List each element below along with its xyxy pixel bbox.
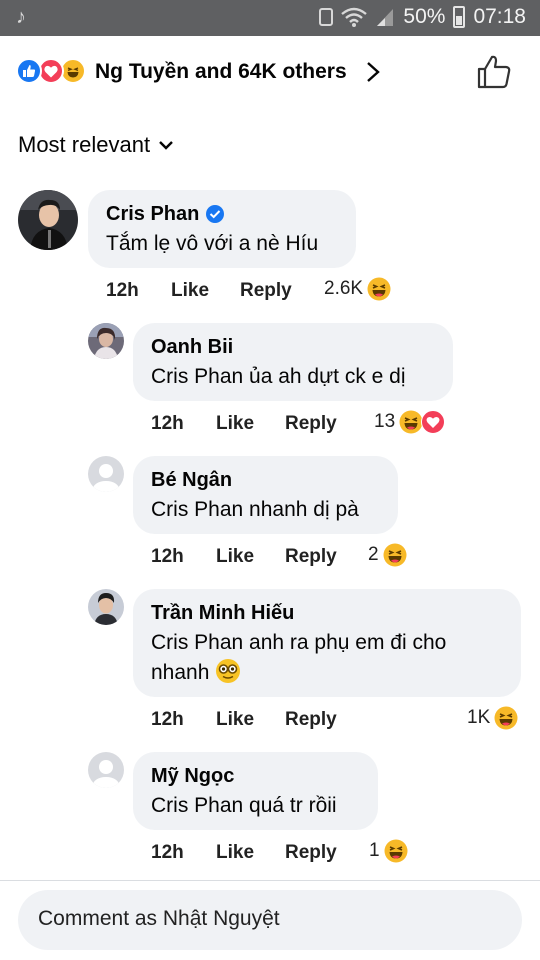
comment-text-line: nhanh — [151, 661, 210, 684]
verified-badge-icon — [206, 205, 225, 223]
comment-actions: 12h Like Reply — [151, 709, 337, 731]
comment-input[interactable]: Comment as Nhật Nguyệt — [18, 890, 522, 950]
like-button[interactable]: Like — [216, 413, 285, 435]
reactions-header[interactable]: Ng Tuyền and 64K others — [0, 36, 540, 108]
reaction-count: 2.6K — [324, 278, 364, 299]
comment-actions: 12h Like Reply — [151, 546, 337, 568]
like-button[interactable]: Like — [216, 709, 285, 731]
comment-actions: 12h Like Reply — [106, 280, 292, 302]
reaction-icons — [16, 58, 86, 84]
comment-author[interactable]: Mỹ Ngọc — [151, 763, 234, 789]
comment-time[interactable]: 12h — [106, 280, 171, 302]
chevron-down-icon — [159, 141, 173, 150]
reply-button[interactable]: Reply — [285, 842, 337, 864]
reaction-count: 1K — [467, 707, 491, 728]
reply-button[interactable]: Reply — [285, 546, 337, 568]
comment-author[interactable]: Bé Ngân — [151, 467, 232, 493]
comment-time[interactable]: 12h — [151, 842, 216, 864]
comment-text-line: Cris Phan anh ra phụ em đi cho — [151, 631, 447, 654]
reply-button[interactable]: Reply — [240, 280, 292, 302]
reaction-count: 2 — [368, 544, 379, 565]
comment-bubble[interactable]: Oanh Bii Cris Phan ủa ah dựt ck e dị — [133, 323, 453, 401]
sort-dropdown[interactable]: Most relevant — [18, 132, 174, 158]
reply-button[interactable]: Reply — [285, 413, 337, 435]
avatar[interactable] — [88, 323, 124, 359]
avatar[interactable] — [88, 752, 124, 788]
love-emoji-icon — [421, 410, 446, 434]
lock-icon — [319, 8, 334, 26]
comment-author[interactable]: Oanh Bii — [151, 334, 233, 360]
comment-text: Cris Phan nhanh dị pà — [151, 498, 359, 521]
music-note-icon: ♪ — [16, 6, 26, 28]
comment-actions: 12h Like Reply — [151, 413, 337, 435]
comment-reactions[interactable]: 2 — [368, 543, 407, 567]
comment-bubble[interactable]: Trần Minh Hiếu Cris Phan anh ra phụ em đ… — [133, 589, 521, 697]
comment-bubble[interactable]: Mỹ Ngọc Cris Phan quá tr rồii — [133, 752, 378, 830]
comment-actions: 12h Like Reply — [151, 842, 337, 864]
divider — [0, 880, 540, 881]
like-button[interactable]: Like — [216, 842, 285, 864]
like-thumb-button[interactable] — [476, 54, 512, 90]
like-reaction-icon — [16, 58, 42, 84]
comment-reactions[interactable]: 1 — [369, 839, 408, 863]
avatar[interactable] — [88, 456, 124, 492]
comment-text: Tắm lẹ vô với a nè Híu — [106, 232, 319, 255]
sort-label: Most relevant — [18, 132, 151, 157]
comment-time[interactable]: 12h — [151, 546, 216, 568]
reactions-summary[interactable]: Ng Tuyền and 64K others — [95, 60, 347, 84]
reaction-count: 1 — [369, 840, 380, 861]
avatar[interactable] — [18, 190, 78, 250]
clock: 07:18 — [473, 5, 526, 28]
comment-time[interactable]: 12h — [151, 709, 216, 731]
comment-bubble[interactable]: Cris Phan Tắm lẹ vô với a nè Híu — [88, 190, 356, 268]
comment-reactions[interactable]: 13 — [374, 410, 446, 434]
comment-reactions[interactable]: 1K — [467, 706, 518, 730]
like-button[interactable]: Like — [171, 280, 240, 302]
reaction-count: 13 — [374, 411, 396, 432]
comment-text: Cris Phan anh ra phụ em đi cho nhanh — [151, 628, 505, 688]
signal-icon — [377, 9, 394, 26]
haha-emoji-icon — [367, 277, 391, 301]
like-button[interactable]: Like — [216, 546, 285, 568]
comment-input-placeholder: Comment as Nhật Nguyệt — [38, 907, 280, 930]
nerd-face-emoji-icon — [216, 659, 241, 683]
comment-text: Cris Phan ủa ah dựt ck e dị — [151, 365, 406, 388]
comment-author[interactable]: Cris Phan — [106, 201, 199, 227]
reply-button[interactable]: Reply — [285, 709, 337, 731]
status-bar: ♪ 50% 07:18 — [0, 0, 540, 36]
comment-author[interactable]: Trần Minh Hiếu — [151, 600, 294, 626]
haha-emoji-icon — [399, 410, 423, 434]
chevron-right-icon — [367, 62, 380, 82]
comment-text: Cris Phan quá tr rồii — [151, 794, 337, 817]
haha-emoji-icon — [383, 543, 407, 567]
battery-icon — [453, 6, 466, 28]
avatar[interactable] — [88, 589, 124, 625]
haha-emoji-icon — [384, 839, 408, 863]
comment-time[interactable]: 12h — [151, 413, 216, 435]
battery-percentage: 50% — [403, 5, 446, 28]
haha-emoji-icon — [494, 706, 518, 730]
wifi-icon — [341, 7, 368, 27]
comment-bubble[interactable]: Bé Ngân Cris Phan nhanh dị pà — [133, 456, 398, 534]
comment-reactions[interactable]: 2.6K — [324, 277, 391, 301]
